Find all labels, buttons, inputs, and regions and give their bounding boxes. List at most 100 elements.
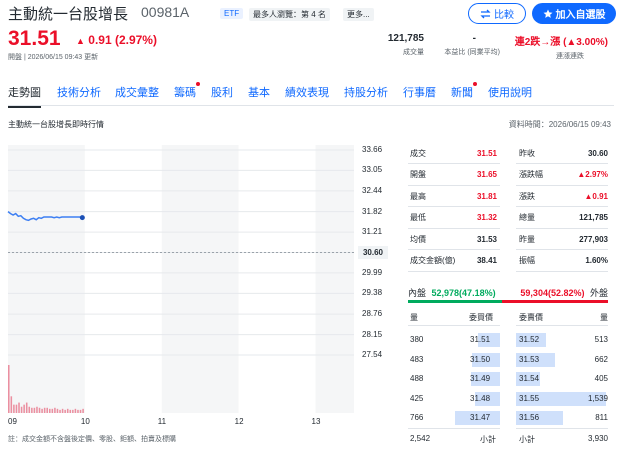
divider (516, 428, 608, 429)
rank-badge[interactable]: 最多人瀏覽：第 4 名 (249, 8, 330, 21)
orderbook-row: 425 31.48 31.55 1,539 (408, 390, 608, 409)
volume-bar (74, 408, 77, 413)
streak-value: 連2跌→漲 (▲3.00%) (514, 37, 608, 48)
bid-total-label: 小計 (480, 435, 496, 444)
volume-bar (23, 404, 25, 413)
stock-title: 主動統一台股增長 (8, 6, 129, 23)
quote-value: 38.41 (476, 256, 497, 265)
tab-label: 走勢圖 (8, 87, 41, 99)
tab-label: 績效表現 (285, 87, 329, 99)
volume-bar (61, 408, 64, 413)
ask-qty: 405 (594, 374, 608, 383)
chart-svg (7, 145, 354, 413)
quote-label: 昨收 (519, 148, 535, 158)
more-badge[interactable]: 更多... (343, 8, 374, 21)
hour-band (238, 145, 316, 413)
quote-label: 昨量 (519, 234, 535, 244)
y-tick-label: 29.99 (362, 267, 383, 277)
bid-qty: 380 (410, 335, 424, 344)
previous-close-badge: 30.60 (358, 246, 388, 259)
tab-basic[interactable]: 基本 (248, 84, 270, 100)
pe-stat: - 本益比 (同業平均) (436, 33, 500, 57)
volume-bar (33, 407, 36, 413)
ask-price: 31.52 (519, 335, 540, 344)
bid-price-header: 委買價 (469, 313, 493, 322)
inner-ratio-fill (408, 300, 503, 303)
quote-value: 277,903 (579, 234, 608, 244)
y-tick-label: 27.54 (362, 350, 383, 359)
y-tick-label: 33.66 (362, 145, 383, 154)
tab-label: 新聞 (451, 87, 473, 99)
tab-label: 使用說明 (488, 87, 532, 99)
quote-value: 31.81 (476, 191, 497, 201)
compare-button[interactable]: 比較 (468, 3, 526, 24)
outer-value: 59,304(52.82%) (520, 288, 585, 298)
tab-performance[interactable]: 績效表現 (285, 84, 329, 100)
tab-trend[interactable]: 走勢圖 (8, 84, 41, 108)
tab-holdings[interactable]: 持股分析 (344, 84, 388, 100)
tab-technical[interactable]: 技術分析 (57, 84, 101, 100)
ask-qty: 662 (594, 354, 608, 364)
bid-qty: 425 (410, 393, 424, 403)
volume-bar (56, 408, 59, 413)
notification-dot (196, 82, 200, 86)
bid-qty-header: 量 (410, 313, 418, 322)
divider (408, 270, 500, 272)
pe-value: - (472, 33, 476, 44)
quote-label: 漲跌 (519, 191, 535, 201)
bid-qty: 483 (410, 354, 424, 364)
hour-band (161, 145, 239, 413)
tab-dividend[interactable]: 股利 (211, 84, 233, 100)
divider (516, 325, 608, 326)
tab-help[interactable]: 使用說明 (488, 84, 532, 100)
y-tick-label: 29.38 (362, 288, 383, 298)
inner-volume: 內盤 52,978(47.18%) (408, 286, 496, 299)
chart-note: 註：成交金額不含盤後定價、零股、鉅額、拍賣及標購 (8, 436, 176, 443)
bid-qty: 488 (410, 374, 424, 383)
watchlist-label: 加入自選股 (555, 10, 606, 21)
y-tick-label: 31.82 (362, 206, 383, 216)
x-tick-label: 10 (80, 417, 90, 426)
quote-value: ▲2.97% (577, 170, 608, 179)
etf-badge[interactable]: ETF (220, 8, 244, 19)
streak-label: 連漲連跌 (556, 53, 584, 60)
y-tick-label: 31.21 (362, 227, 383, 237)
ask-qty-header: 量 (600, 313, 608, 322)
outer-volume: 59,304(52.82%) 外盤 (515, 286, 608, 299)
add-watchlist-button[interactable]: 加入自選股 (532, 3, 616, 24)
volume-bar (8, 365, 10, 413)
volume-bar (54, 407, 56, 413)
volume-bar (25, 402, 28, 413)
tab-bar: 走勢圖 技術分析 成交彙整 籌碼 股利 基本 績效表現 持股分析 行事曆 新聞 … (8, 82, 614, 108)
divider (516, 270, 608, 272)
quote-value: 1.60% (585, 256, 608, 265)
ask-qty: 513 (594, 335, 608, 344)
orderbook-row: 766 31.47 31.56 811 (408, 409, 608, 428)
quote-value: 31.53 (476, 234, 497, 244)
volume-bar (31, 407, 33, 413)
compare-icon (480, 9, 491, 18)
tab-news[interactable]: 新聞 (451, 82, 477, 100)
tab-calendar[interactable]: 行事曆 (403, 84, 436, 100)
tab-chips[interactable]: 籌碼 (174, 82, 200, 100)
pe-label: 本益比 (同業平均) (444, 49, 500, 56)
bid-qty: 766 (410, 413, 424, 422)
bid-price: 31.49 (470, 374, 491, 383)
hour-band (84, 145, 162, 413)
quote-value: ▲0.91 (584, 191, 609, 201)
volume-bar (72, 409, 74, 413)
tab-trades[interactable]: 成交彙整 (115, 84, 159, 100)
x-tick-label: 12 (234, 417, 244, 426)
volume-bar (36, 406, 38, 413)
ask-total: 3,930 (587, 434, 608, 443)
volume-bar (77, 409, 79, 413)
quote-label: 成交 (410, 148, 426, 158)
y-tick-label: 28.15 (362, 329, 383, 339)
streak-stat: 連2跌→漲 (▲3.00%) 連漲連跌 (504, 33, 608, 61)
inner-label: 內盤 (408, 288, 427, 298)
outer-ratio-fill (502, 300, 608, 303)
tab-label: 行事曆 (403, 87, 436, 99)
tab-label: 股利 (211, 87, 233, 99)
intraday-chart[interactable] (7, 145, 354, 413)
tab-label: 技術分析 (57, 87, 101, 99)
